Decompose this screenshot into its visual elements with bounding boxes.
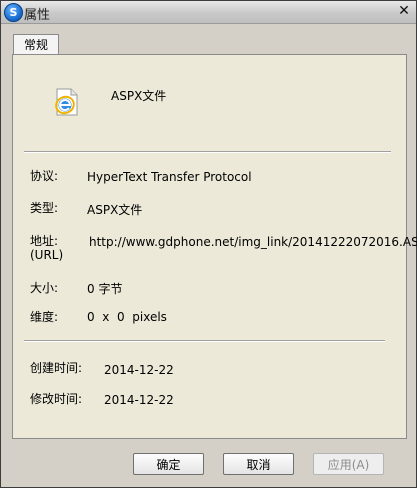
modified-value: 2014-12-22 <box>104 393 174 407</box>
window-title: 属性 <box>24 8 51 23</box>
tab-general[interactable]: 常规 <box>13 34 59 55</box>
app-icon: S <box>4 3 23 22</box>
address-url-label: (URL) <box>30 248 64 262</box>
title-bar[interactable]: S 属性 ✕ <box>1 1 416 24</box>
ok-button[interactable]: 确定 <box>133 453 204 475</box>
dimensions-label: 维度: <box>30 310 59 324</box>
properties-dialog: S 属性 ✕ 常规 ASPX文件 协议: HyperText Transfer … <box>0 0 417 488</box>
dimensions-value: 0 x 0 pixels <box>87 310 167 324</box>
size-value: 0 字节 <box>87 282 123 296</box>
separator <box>24 151 391 153</box>
protocol-label: 协议: <box>30 169 59 183</box>
size-label: 大小: <box>30 281 59 295</box>
general-panel: ASPX文件 协议: HyperText Transfer Protocol 类… <box>12 54 417 439</box>
modified-label: 修改时间: <box>30 392 83 406</box>
cancel-button[interactable]: 取消 <box>223 453 294 475</box>
separator <box>24 340 385 342</box>
address-value: http://www.gdphone.net/img_link/20141222… <box>89 235 417 249</box>
protocol-value: HyperText Transfer Protocol <box>87 170 252 184</box>
internet-explorer-document-icon <box>55 88 78 116</box>
address-label: 地址: <box>30 234 59 248</box>
created-value: 2014-12-22 <box>104 363 174 377</box>
close-icon[interactable]: ✕ <box>395 3 413 20</box>
type-value: ASPX文件 <box>87 203 143 217</box>
apply-button[interactable]: 应用(A) <box>313 453 384 475</box>
file-name: ASPX文件 <box>111 89 167 103</box>
created-label: 创建时间: <box>30 361 83 375</box>
type-label: 类型: <box>30 201 59 215</box>
